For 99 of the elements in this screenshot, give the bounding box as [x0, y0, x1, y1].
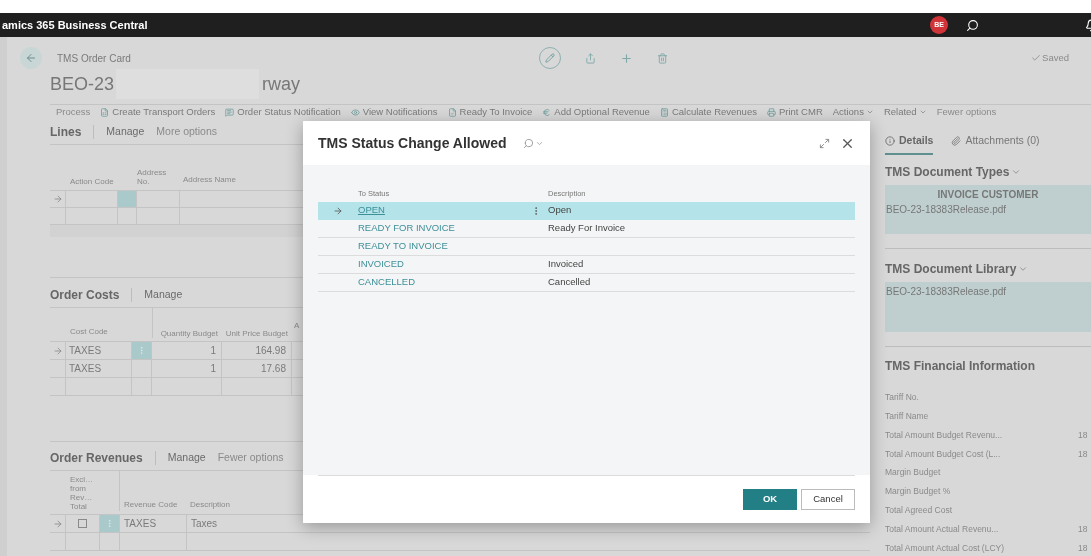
section-action[interactable]: Fewer options [217, 450, 284, 467]
field-label: Total Amount Budget Cost (L... [885, 447, 1002, 461]
column-header: Unit Price Budget [224, 329, 289, 339]
action-button[interactable]: Create Transport Orders [100, 105, 216, 120]
column-header: Description [189, 499, 230, 512]
status-link[interactable]: OPEN [358, 204, 385, 216]
share-icon[interactable] [584, 52, 596, 64]
expand-icon[interactable] [819, 137, 830, 149]
new-icon[interactable] [619, 51, 633, 65]
column-header: Revenue Code [123, 499, 179, 512]
status-link[interactable]: READY TO INVOICE [358, 240, 448, 252]
action-button[interactable]: Ready To Invoice [447, 105, 533, 120]
row-menu-icon[interactable] [105, 519, 114, 529]
field-value: 18 [1078, 522, 1089, 536]
table-cell: Cancelled [548, 275, 591, 290]
delete-icon[interactable] [656, 52, 668, 64]
section-action[interactable]: More options [156, 124, 217, 141]
status-link[interactable]: INVOICED [358, 258, 404, 270]
table-cell: Invoiced [548, 257, 584, 272]
column-header: Excl… from Rev… Total [69, 475, 95, 512]
check-icon [1031, 53, 1042, 63]
factbox-tab[interactable]: Attachments (0) [951, 129, 1040, 156]
field-label: Tariff Name [885, 410, 930, 423]
action-button[interactable]: Print CMR [766, 105, 823, 120]
checkbox[interactable] [78, 519, 87, 529]
pencil-icon [544, 53, 555, 63]
status-row[interactable]: INVOICED Invoiced [318, 256, 855, 274]
action-button[interactable]: Fewer options [936, 105, 997, 120]
menu-button[interactable]: Actions [832, 105, 874, 120]
status-row[interactable]: READY FOR INVOICE Ready For Invoice [318, 220, 855, 238]
section-title: Order Revenues [50, 450, 143, 468]
action-button[interactable]: Process [56, 105, 91, 120]
column-header: A [293, 320, 300, 333]
page-title: BEO-23 [50, 72, 115, 96]
status-row[interactable]: OPEN Open [318, 202, 855, 220]
column-header: Address No. [137, 168, 168, 187]
field-label: Margin Budget [885, 466, 942, 480]
status-link[interactable]: READY FOR INVOICE [358, 222, 455, 234]
row-menu-icon[interactable] [137, 346, 146, 356]
field-label: Total Amount Actual Cost (LCY) [885, 541, 1006, 555]
table-cell-text: Taxes [190, 517, 219, 532]
table-cell: 17.68 [222, 360, 292, 378]
menu-button[interactable]: Related [883, 105, 927, 120]
field-label: Margin Budget % [885, 485, 952, 498]
arrow-icon [52, 194, 63, 205]
document-file[interactable]: BEO-23-18383Release.pdf [886, 286, 1007, 298]
back-icon [25, 52, 37, 64]
table-cell: TAXES [66, 360, 132, 378]
column-header: Action Code [69, 177, 115, 187]
document-file[interactable]: BEO-23-18383Release.pdf [886, 202, 1090, 218]
field-label: Total Amount Budget Revenu... [885, 428, 1004, 442]
table-cell: 1 [152, 360, 222, 378]
table-cell: 164.98 [222, 342, 292, 360]
dialog-title: TMS Status Change Allowed [318, 133, 507, 153]
row-arrow-icon [333, 205, 343, 216]
field-label: Total Amount Actual Revenu... [885, 522, 1000, 536]
section-title: Lines [50, 124, 82, 142]
section-action[interactable]: Manage [144, 287, 183, 304]
column-header: Address Name [182, 174, 236, 187]
field-label: Tariff No. [885, 391, 920, 404]
section-action[interactable]: Manage [106, 124, 145, 141]
column-header: Quantity Budget [152, 308, 222, 339]
table-cell: TAXES [120, 515, 187, 533]
ok-button[interactable]: OK [743, 489, 797, 510]
section-title[interactable]: TMS Document Types [885, 163, 1091, 182]
selected-cell [118, 191, 136, 208]
arrow-icon [52, 518, 63, 529]
page-title: rway [262, 72, 301, 96]
action-button[interactable]: Order Status Notification [225, 105, 341, 120]
empty-row[interactable] [50, 533, 870, 552]
arrow-icon [52, 345, 63, 356]
action-button[interactable]: View Notifications [350, 105, 438, 120]
table-cell: Open [548, 203, 572, 218]
section-title: TMS Financial Information [885, 358, 1036, 376]
app-title: amics 365 Business Central [1, 17, 148, 33]
paperclip-icon [951, 136, 962, 147]
field-value: 18 [1078, 541, 1089, 555]
action-button[interactable]: Calculate Revenues [659, 105, 757, 120]
section-action[interactable]: Manage [167, 450, 206, 467]
back-button[interactable] [20, 47, 42, 69]
search-icon[interactable] [966, 18, 979, 32]
status-row[interactable]: CANCELLED Cancelled [318, 274, 855, 292]
action-button[interactable]: Add Optional Revenue [542, 105, 650, 120]
table-cell: Ready For Invoice [548, 221, 626, 236]
document-type: INVOICE CUSTOMER [937, 188, 1039, 203]
field-value: 18 [1078, 447, 1089, 461]
field-label: Total Agreed Cost [885, 504, 954, 517]
section-title[interactable]: TMS Document Library [885, 260, 1091, 279]
info-icon [885, 136, 895, 147]
table-cell: 1 [152, 342, 222, 360]
status-link[interactable]: CANCELLED [358, 276, 416, 288]
cancel-button[interactable]: Cancel [801, 489, 855, 510]
field-value: 18 [1078, 428, 1089, 442]
page-caption: TMS Order Card [57, 51, 131, 66]
status-row[interactable]: READY TO INVOICE [318, 238, 855, 256]
column-header: Cost Code [69, 326, 109, 339]
factbox-tab[interactable]: Details [885, 129, 934, 156]
section-title: Order Costs [50, 287, 120, 305]
saved-status: Saved [1042, 50, 1069, 65]
